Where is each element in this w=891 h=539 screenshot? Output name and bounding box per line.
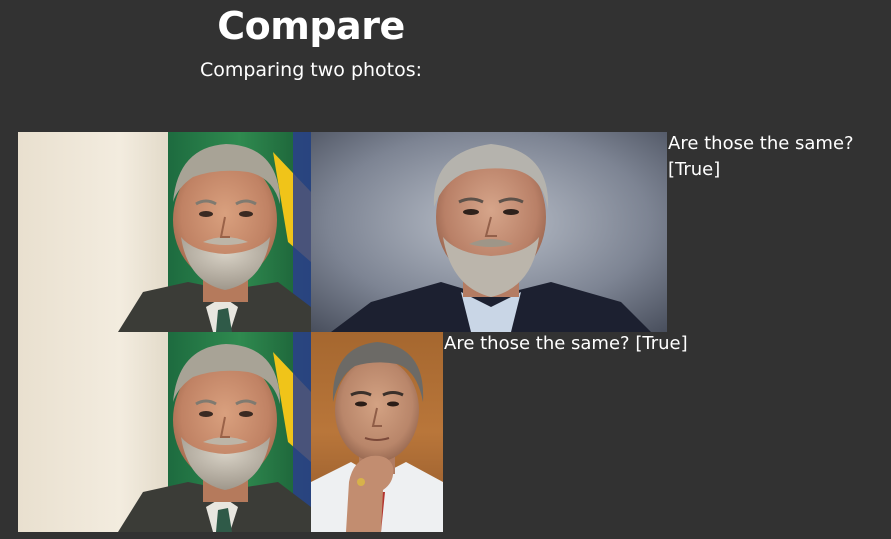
portrait-studio-man-image (311, 132, 667, 332)
portrait-bearded-man-image (18, 132, 311, 332)
portrait-hand-on-chin-man-image (311, 332, 443, 532)
page-subtitle: Comparing two photos: (199, 59, 423, 81)
photo-left-2 (18, 332, 311, 532)
photo-right-1 (311, 132, 667, 332)
comparison-result-2: Are those the same? [True] (444, 333, 688, 354)
compare-page: Compare Comparing two photos: Are those … (0, 0, 891, 539)
comparison-row-2: Are those the same? [True] (18, 332, 688, 532)
comparison-row-1: Are those the same? [True] (18, 132, 888, 332)
photo-right-2 (311, 332, 443, 532)
photo-left-1 (18, 132, 311, 332)
comparison-result-1: Are those the same? [True] (668, 133, 854, 180)
page-title: Compare (217, 4, 405, 48)
portrait-bearded-man-image (18, 332, 311, 532)
